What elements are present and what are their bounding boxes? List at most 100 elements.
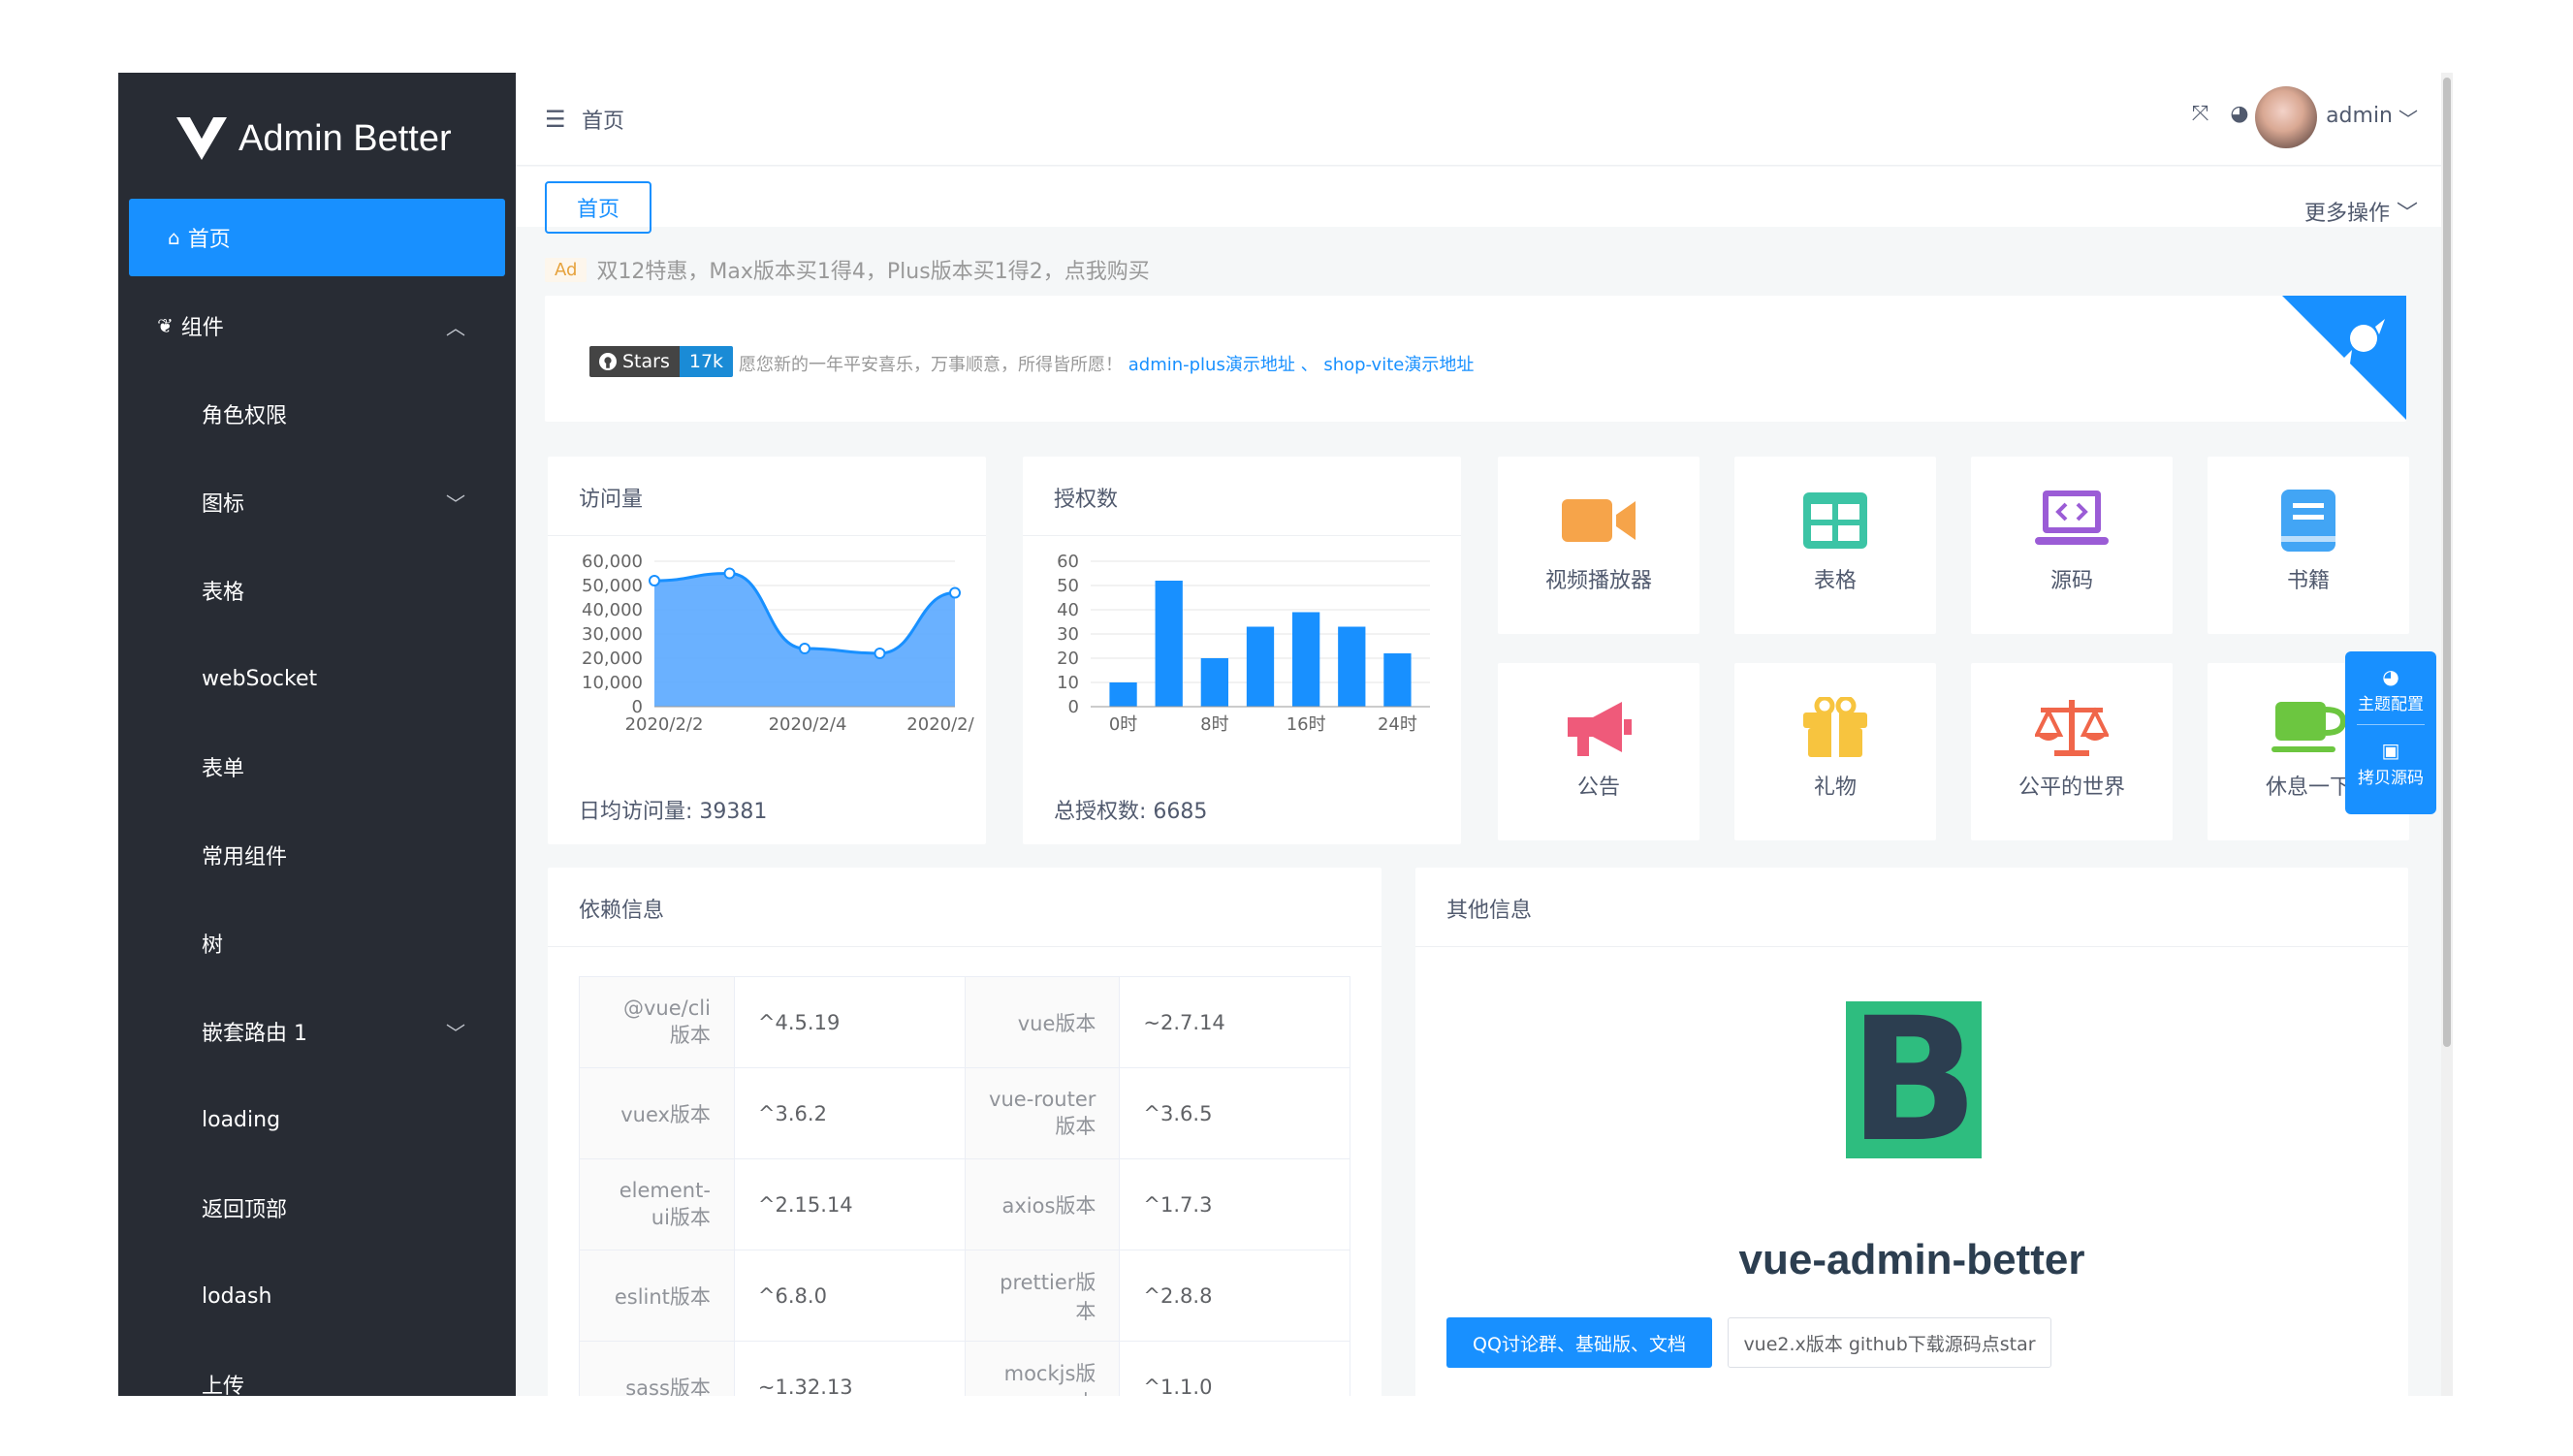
deps-title: 依赖信息	[548, 868, 1382, 947]
shortcut-announcement[interactable]: 公告	[1498, 663, 1699, 840]
sidebar-item-websocket[interactable]: webSocket	[118, 640, 516, 717]
gift-icon	[1798, 696, 1872, 758]
github-stars-badge[interactable]: Stars 17k	[589, 346, 734, 377]
qq-group-button[interactable]: QQ讨论群、基础版、文档	[1446, 1317, 1712, 1368]
chevron-up-icon: ︿	[446, 315, 465, 339]
theme-config-button[interactable]: 主题配置	[2358, 690, 2424, 714]
tab-home[interactable]: 首页	[545, 181, 651, 234]
other-info-card: 其他信息 B vue-admin-better QQ讨论群、基础版、文档 vue…	[1415, 868, 2408, 1396]
github-icon	[599, 353, 617, 370]
shortcut-fair-world[interactable]: 公平的世界	[1971, 663, 2173, 840]
bar	[1338, 626, 1366, 707]
x-tick-label: 0时	[1109, 714, 1137, 735]
copy-source-button[interactable]: 拷贝源码	[2358, 764, 2424, 788]
sidebar-item-tree[interactable]: 树	[118, 904, 516, 982]
menu-toggle-icon[interactable]: ☰	[545, 106, 566, 133]
bar	[1292, 612, 1320, 707]
greeting-text: 愿您新的一年平安喜乐，万事顺意，所得皆所愿！ admin-plus演示地址 、 …	[739, 351, 1474, 376]
sidebar-item-label: webSocket	[202, 666, 318, 691]
stars-card: Stars 17k 愿您新的一年平安喜乐，万事顺意，所得皆所愿！ admin-p…	[545, 296, 2406, 422]
auths-title: 授权数	[1023, 457, 1461, 536]
shop-vite-link[interactable]: shop-vite演示地址	[1323, 355, 1474, 375]
sidebar-item-backtop[interactable]: 返回顶部	[118, 1169, 516, 1247]
paw-icon: ❦	[157, 314, 174, 337]
sidebar-item-roles[interactable]: 角色权限	[118, 375, 516, 453]
sidebar-item-label: 角色权限	[202, 404, 288, 428]
breadcrumb[interactable]: 首页	[582, 104, 624, 135]
palette-icon[interactable]: ◕	[2382, 665, 2398, 688]
github-corner-icon[interactable]	[2282, 296, 2406, 420]
shortcut-label: 公告	[1576, 775, 1620, 800]
shortcut-label: 休息一下	[2265, 775, 2351, 800]
data-point	[949, 586, 961, 599]
username[interactable]: admin	[2326, 104, 2393, 128]
dep-key: mockjs版本	[964, 1341, 1121, 1396]
shortcut-label: 视频播放器	[1544, 569, 1652, 593]
shortcut-video-player[interactable]: 视频播放器	[1498, 457, 1699, 634]
scrollbar-thumb[interactable]	[2443, 78, 2451, 1047]
sidebar-item-home[interactable]: ⌂ 首页	[129, 199, 505, 276]
tabs-bar: 首页 更多操作 ﹀	[516, 167, 2453, 234]
sidebar-item-label: loading	[202, 1107, 281, 1132]
shortcut-label: 书籍	[2286, 569, 2330, 593]
sidebar-item-label: 组件	[180, 316, 224, 340]
sidebar-item-label: 表格	[202, 581, 245, 605]
shortcut-gift[interactable]: 礼物	[1734, 663, 1936, 840]
sidebar-item-table[interactable]: 表格	[118, 552, 516, 629]
table-row: @vue/cli版本 ^4.5.19 vue版本 ~2.7.14	[579, 976, 1350, 1068]
sidebar-item-icons[interactable]: 图标 ﹀	[118, 463, 516, 541]
sidebar-item-components[interactable]: ❦ 组件 ︿	[118, 287, 516, 364]
palette-icon[interactable]: ◕	[2230, 102, 2248, 126]
data-point	[874, 648, 886, 659]
y-tick-label: 50,000	[582, 576, 643, 596]
x-tick-label: 2020/2/2	[625, 714, 704, 735]
dep-value: ^4.5.19	[733, 976, 966, 1068]
admin-plus-link[interactable]: admin-plus演示地址	[1128, 355, 1295, 375]
sidebar-item-loading[interactable]: loading	[118, 1081, 516, 1158]
data-point	[799, 643, 810, 654]
data-point	[649, 575, 660, 586]
other-title: 其他信息	[1415, 868, 2408, 947]
sidebar-item-common[interactable]: 常用组件	[118, 816, 516, 894]
fullscreen-icon[interactable]: ⤧	[2192, 102, 2209, 126]
stars-label: Stars	[622, 351, 670, 372]
sidebar-item-label: 图标	[202, 492, 245, 517]
shortcut-books[interactable]: 书籍	[2208, 457, 2409, 634]
dep-key: prettier版本	[964, 1250, 1121, 1342]
bar	[1246, 626, 1275, 707]
github-badge-left: Stars	[589, 346, 680, 377]
data-point	[723, 567, 736, 580]
copy-icon[interactable]: ▣	[2382, 739, 2400, 762]
sidebar-item-nested[interactable]: 嵌套路由 1 ﹀	[118, 993, 516, 1070]
dep-value: ~2.7.14	[1119, 976, 1350, 1068]
ad-banner[interactable]: Ad 双12特惠，Max版本买1得4，Plus版本买1得2，点我购买	[545, 252, 2406, 287]
vue-logo-icon	[176, 117, 227, 160]
avatar[interactable]	[2255, 86, 2317, 148]
balance-scale-icon	[2035, 696, 2109, 758]
y-tick-label: 30	[1057, 624, 1079, 645]
app-frame: Admin Better ⌂ 首页 ❦ 组件 ︿ 角色权限 图标 ﹀ 表格 we…	[118, 73, 2453, 1396]
sidebar-item-form[interactable]: 表单	[118, 728, 516, 806]
shortcut-table[interactable]: 表格	[1734, 457, 1936, 634]
dep-value: ^2.8.8	[1119, 1250, 1350, 1342]
greeting-message: 愿您新的一年平安喜乐，万事顺意，所得皆所愿！	[739, 355, 1123, 375]
more-actions-dropdown[interactable]: 更多操作 ﹀	[2304, 196, 2418, 227]
page-scrollbar[interactable]	[2441, 73, 2453, 1396]
ad-text[interactable]: 双12特惠，Max版本买1得4，Plus版本买1得2，点我购买	[596, 254, 1149, 285]
area-fill	[654, 573, 955, 707]
dep-value: ^3.6.5	[1119, 1067, 1350, 1159]
logo-text: Admin Better	[238, 117, 452, 159]
bar	[1383, 653, 1412, 707]
shortcut-label: 礼物	[1813, 775, 1857, 800]
visits-title: 访问量	[548, 457, 986, 536]
sidebar-item-lodash[interactable]: lodash	[118, 1257, 516, 1335]
shortcut-source-code[interactable]: 源码	[1971, 457, 2173, 634]
dep-value: ^2.15.14	[733, 1158, 966, 1250]
sidebar-item-upload[interactable]: 上传	[118, 1345, 516, 1396]
github-download-button[interactable]: vue2.x版本 github下载源码点star	[1728, 1317, 2051, 1368]
logo[interactable]: Admin Better	[176, 110, 452, 168]
x-tick-label: 24时	[1378, 714, 1417, 735]
y-tick-label: 0	[1068, 697, 1079, 717]
dep-key: sass版本	[579, 1341, 735, 1396]
chevron-down-icon[interactable]: ﹀	[2398, 104, 2418, 132]
